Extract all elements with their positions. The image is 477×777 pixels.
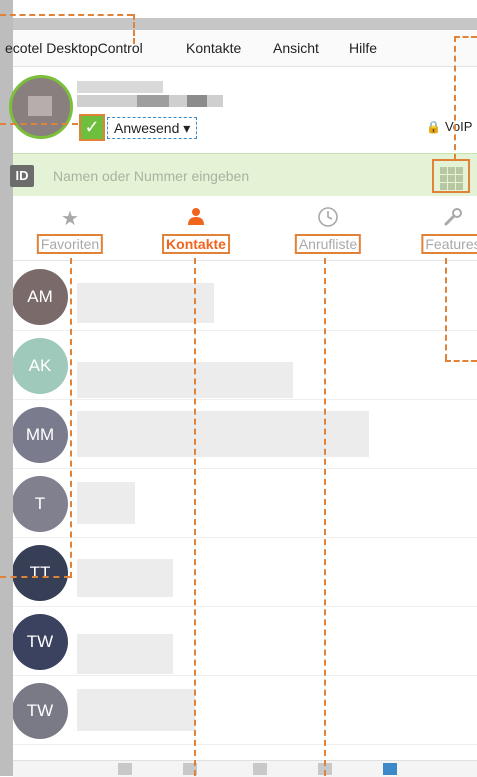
lock-icon: 🔒 — [426, 120, 441, 134]
list-item[interactable]: MM — [13, 399, 477, 469]
contact-list: AM AK MM T TT TW TW — [13, 261, 477, 766]
person-icon — [156, 206, 236, 232]
user-number-redacted — [77, 95, 223, 107]
tab-anrufliste-label: Anrufliste — [294, 234, 362, 254]
toolbar-icon[interactable] — [383, 763, 397, 775]
status-dropdown[interactable]: Anwesend ▾ — [107, 117, 198, 139]
search-bar: ID — [10, 153, 477, 197]
contact-avatar: TW — [13, 683, 68, 739]
tab-anrufliste[interactable]: Anrufliste — [283, 196, 373, 260]
voip-status: 🔒 VoIP — [426, 119, 472, 134]
list-item[interactable]: AM — [13, 261, 477, 331]
list-item[interactable]: AK — [13, 330, 477, 400]
voip-label: VoIP — [444, 119, 473, 134]
toolbar-icon[interactable] — [253, 763, 267, 775]
menu-kontakte[interactable]: Kontakte — [186, 40, 241, 56]
tab-favoriten[interactable]: ★ Favoriten — [27, 196, 113, 260]
caller-id-badge[interactable]: ID — [10, 165, 34, 187]
annotation-line — [0, 14, 133, 16]
list-item[interactable]: TW — [13, 675, 477, 745]
menu-ansicht[interactable]: Ansicht — [273, 40, 319, 56]
wrench-icon — [413, 206, 477, 234]
contact-avatar: TT — [13, 545, 68, 601]
annotation-line — [454, 36, 456, 160]
tab-kontakte-label: Kontakte — [162, 234, 230, 254]
contact-avatar: TW — [13, 614, 68, 670]
user-avatar[interactable] — [9, 75, 73, 139]
user-name-redacted — [77, 81, 163, 93]
annotation-line — [133, 14, 135, 44]
contact-avatar: T — [13, 476, 68, 532]
window-title-strip — [13, 18, 477, 30]
list-item[interactable]: TT — [13, 537, 477, 607]
chevron-down-icon: ▾ — [183, 120, 191, 136]
contact-name-redacted — [77, 482, 135, 524]
tab-kontakte[interactable]: Kontakte — [156, 196, 236, 260]
annotation-line — [454, 36, 477, 38]
menu-bar: ecotel DesktopControl Kontakte Ansicht H… — [5, 30, 477, 67]
annotation-line — [0, 576, 70, 578]
list-item[interactable]: T — [13, 468, 477, 538]
search-input[interactable] — [51, 163, 425, 189]
annotation-line — [70, 258, 72, 578]
contact-avatar: AM — [13, 269, 68, 325]
contact-name-redacted — [77, 634, 173, 674]
dialpad-icon[interactable] — [432, 159, 470, 193]
contact-name-redacted — [77, 559, 173, 597]
menu-app-title[interactable]: ecotel DesktopControl — [5, 40, 143, 56]
tab-features-label: Features — [421, 234, 477, 254]
status-check-icon[interactable]: ✓ — [79, 114, 105, 141]
contact-avatar: AK — [13, 338, 68, 394]
profile-header: ✓ Anwesend ▾ 🔒 VoIP — [9, 67, 477, 153]
annotation-line — [445, 258, 447, 360]
toolbar-icon[interactable] — [118, 763, 132, 775]
menu-hilfe[interactable]: Hilfe — [349, 40, 377, 56]
annotation-line — [0, 123, 78, 125]
annotation-line — [194, 258, 196, 776]
bottom-toolbar — [13, 760, 477, 777]
contact-avatar: MM — [13, 407, 68, 463]
tab-favoriten-label: Favoriten — [36, 234, 104, 254]
contact-name-redacted — [77, 689, 195, 731]
annotation-line — [445, 360, 477, 362]
tab-features[interactable]: Features — [413, 196, 477, 260]
contact-name-redacted — [77, 362, 293, 398]
list-item[interactable]: TW — [13, 606, 477, 676]
main-tabs: ★ Favoriten Kontakte Anrufliste Features — [13, 196, 477, 261]
clock-icon — [283, 206, 373, 234]
status-label: Anwesend — [114, 120, 180, 136]
star-icon: ★ — [61, 208, 79, 230]
annotation-line — [324, 258, 326, 776]
